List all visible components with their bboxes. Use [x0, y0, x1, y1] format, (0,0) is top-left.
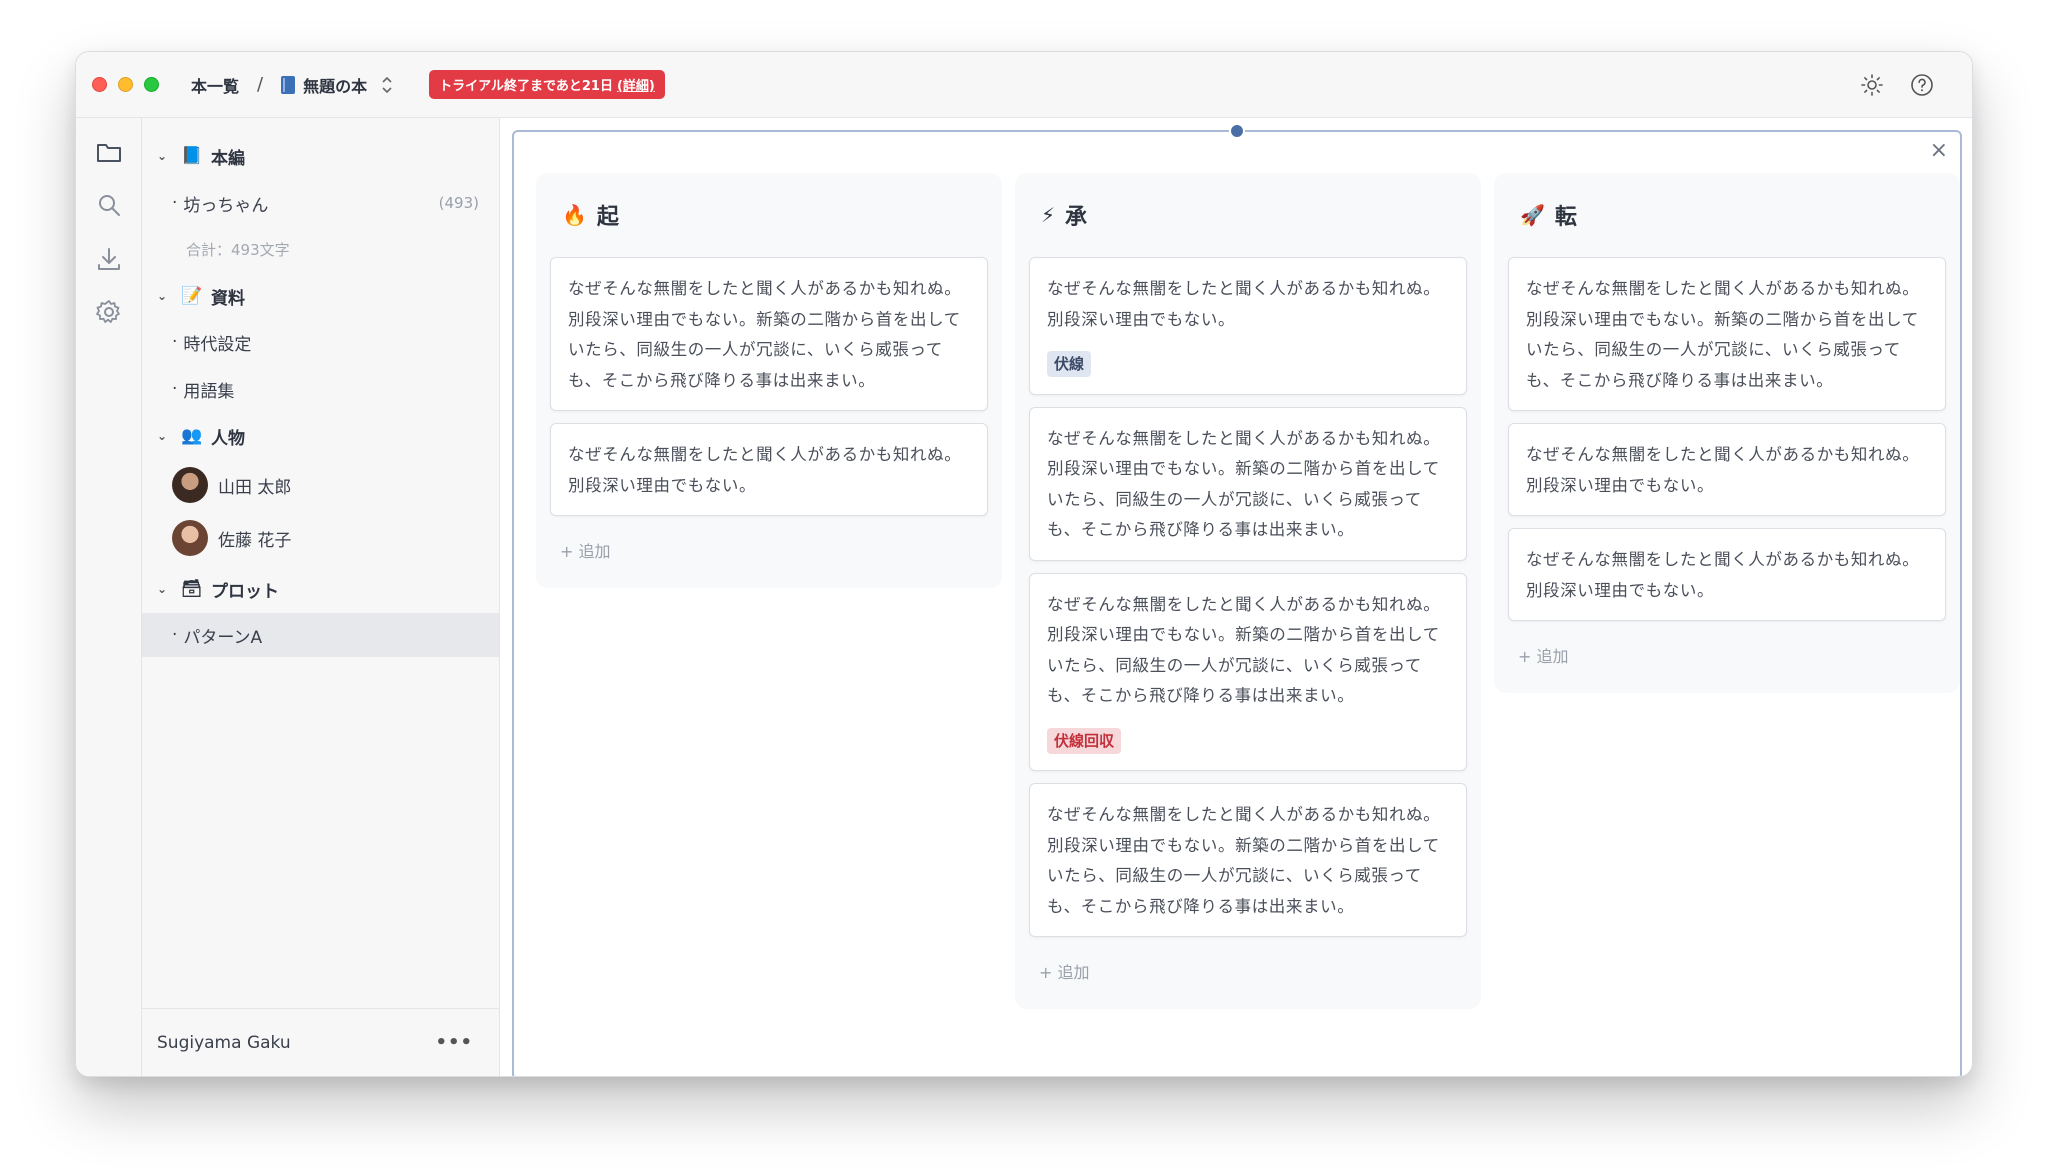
board-column-sho: ⚡ 承 なぜそんな無闇をしたと聞く人があるかも知れぬ。別段深い理由でもない。 伏… [1015, 173, 1481, 1009]
help-icon[interactable] [1910, 73, 1934, 97]
window-controls [92, 77, 159, 92]
gear-icon[interactable] [95, 298, 123, 326]
add-card-button[interactable]: + 追加 [1494, 633, 1960, 693]
search-icon[interactable] [95, 191, 123, 219]
trial-text: トライアル終了まであと21日 [439, 79, 613, 94]
chevron-updown-icon[interactable] [381, 75, 393, 95]
memo-icon: 📝 [181, 286, 203, 306]
tag-fukusen-kaishu[interactable]: 伏線回収 [1047, 727, 1122, 754]
more-icon[interactable]: ••• [435, 1032, 473, 1053]
close-icon[interactable]: × [1930, 138, 1948, 163]
trial-badge[interactable]: トライアル終了まであと21日 (詳細) [429, 70, 665, 99]
tag-fukusen[interactable]: 伏線 [1047, 351, 1092, 377]
tree-group-jinbutsu[interactable]: ⌄ 👥 人物 [142, 414, 499, 458]
board-column-ki: 🔥 起 なぜそんな無闇をしたと聞く人があるかも知れぬ。別段深い理由でもない。新築… [536, 173, 1002, 588]
tree-group-label: プロット [211, 581, 279, 602]
plot-board: × 🔥 起 なぜそんな無闇をしたと聞く人があるかも知れぬ。別段深い理由でもない。… [512, 123, 1962, 1076]
tree-group-shiryo[interactable]: ⌄ 📝 資料 [142, 274, 499, 318]
plot-card[interactable]: なぜそんな無闇をしたと聞く人があるかも知れぬ。別段深い理由でもない。新築の二階か… [550, 257, 988, 411]
add-card-button[interactable]: + 追加 [1015, 949, 1481, 1009]
rocket-icon: 🚀 [1520, 203, 1545, 227]
tree-item-yougoshu[interactable]: · 用語集 [142, 367, 499, 411]
plot-card[interactable]: なぜそんな無闇をしたと聞く人があるかも知れぬ。別段深い理由でもない。新築の二階か… [1029, 406, 1467, 561]
breadcrumb-book-title[interactable]: 無題の本 [303, 73, 367, 97]
add-card-button[interactable]: + 追加 [536, 528, 1002, 588]
column-title[interactable]: 🚀 転 [1494, 173, 1960, 257]
user-name[interactable]: Sugiyama Gaku [157, 1033, 291, 1053]
card-box-icon: 🗃 [181, 579, 203, 599]
plot-card[interactable]: なぜそんな無闇をしたと聞く人があるかも知れぬ。別段深い理由でもない。新築の二階か… [1508, 257, 1946, 411]
tree-item-label: パターンA [183, 627, 263, 648]
tree-item-pattern-a[interactable]: · パターンA [142, 613, 499, 657]
folder-icon[interactable] [95, 138, 123, 166]
sidebar: ⌄ 📘 本編 · 坊っちゃん (493) 合計：493文字 ⌄ 📝 資料 · 時… [142, 118, 500, 1076]
tree-item-label: 用語集 [183, 381, 235, 402]
book-icon [281, 75, 296, 94]
tree-group-plot[interactable]: ⌄ 🗃 プロット [142, 567, 499, 611]
resize-handle[interactable] [1229, 123, 1245, 139]
avatar [172, 520, 208, 556]
plot-card[interactable]: なぜそんな無闇をしたと聞く人があるかも知れぬ。別段深い理由でもない。新築の二階か… [1029, 572, 1467, 771]
character-name: 山田 太郎 [218, 477, 292, 498]
download-icon[interactable] [95, 245, 123, 273]
character-name: 佐藤 花子 [218, 530, 292, 551]
tree-group-label: 本編 [211, 148, 245, 169]
tree-group-label: 資料 [211, 288, 245, 309]
tree-item-character-yamada[interactable]: 山田 太郎 [142, 463, 499, 507]
zoom-window-button[interactable] [144, 77, 159, 92]
plot-card[interactable]: なぜそんな無闇をしたと聞く人があるかも知れぬ。別段深い理由でもない。 [1508, 528, 1946, 621]
book-icon: 📘 [181, 146, 203, 166]
tree-item-bocchan[interactable]: · 坊っちゃん (493) [142, 181, 499, 225]
plot-card[interactable]: なぜそんな無闇をしたと聞く人があるかも知れぬ。別段深い理由でもない。 [550, 423, 988, 516]
minimize-window-button[interactable] [118, 77, 133, 92]
lightning-icon: ⚡ [1041, 203, 1056, 227]
main-content: × 🔥 起 なぜそんな無闇をしたと聞く人があるかも知れぬ。別段深い理由でもない。… [500, 118, 1972, 1076]
plot-card[interactable]: なぜそんな無闇をしたと聞く人があるかも知れぬ。別段深い理由でもない。 伏線 [1029, 257, 1467, 395]
board-column-ten: 🚀 転 なぜそんな無闇をしたと聞く人があるかも知れぬ。別段深い理由でもない。新築… [1494, 173, 1960, 693]
sun-icon[interactable] [1860, 73, 1884, 97]
icon-rail [76, 118, 142, 1076]
tree-group-label: 人物 [211, 428, 245, 449]
tree-item-jidai-settei[interactable]: · 時代設定 [142, 320, 499, 364]
tree-group-honpen[interactable]: ⌄ 📘 本編 [142, 134, 499, 178]
tree-item-label: 坊っちゃん [183, 195, 269, 216]
plot-card[interactable]: なぜそんな無闇をしたと聞く人があるかも知れぬ。別段深い理由でもない。新築の二階か… [1029, 783, 1467, 937]
chevron-down-icon[interactable]: ⌄ [157, 149, 171, 163]
breadcrumb-separator: / [257, 74, 264, 95]
breadcrumb-book-list[interactable]: 本一覧 [191, 73, 239, 97]
people-icon: 👥 [181, 426, 203, 446]
column-title[interactable]: 🔥 起 [536, 173, 1002, 257]
char-count: (493) [438, 194, 479, 212]
fire-icon: 🔥 [562, 203, 587, 227]
trial-detail-link[interactable]: (詳細) [617, 75, 655, 94]
column-title[interactable]: ⚡ 承 [1015, 173, 1481, 257]
tree-item-label: 時代設定 [183, 334, 252, 355]
app-window: 本一覧 / 無題の本 トライアル終了まであと21日 (詳細) ⌄ 📘 本編 · … [75, 51, 1973, 1077]
close-window-button[interactable] [92, 77, 107, 92]
titlebar: 本一覧 / 無題の本 トライアル終了まであと21日 (詳細) [76, 52, 1972, 118]
chevron-down-icon[interactable]: ⌄ [157, 289, 171, 303]
breadcrumb: 本一覧 / 無題の本 [191, 73, 393, 97]
avatar [172, 467, 208, 503]
chevron-down-icon[interactable]: ⌄ [157, 582, 171, 596]
chevron-down-icon[interactable]: ⌄ [157, 429, 171, 443]
total-char-count: 合計：493文字 [186, 240, 290, 259]
user-bar: Sugiyama Gaku ••• [142, 1008, 499, 1076]
plot-card[interactable]: なぜそんな無闇をしたと聞く人があるかも知れぬ。別段深い理由でもない。 [1508, 423, 1946, 516]
tree-item-character-sato[interactable]: 佐藤 花子 [142, 516, 499, 560]
